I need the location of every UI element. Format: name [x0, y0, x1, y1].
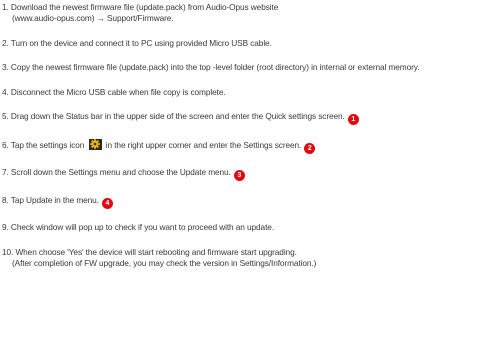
step-1: 1. Download the newest firmware file (up… [2, 2, 486, 24]
step-4-text: 4. Disconnect the Micro USB cable when f… [2, 86, 226, 97]
step-3-text: 3. Copy the newest firmware file (update… [2, 62, 420, 72]
step-badge: 4 [101, 197, 113, 209]
step-8-text: 8. Tap Update in the menu. [2, 194, 99, 205]
step-badge: 1 [347, 114, 359, 125]
step-1-line-1: 1. Download the newest firmware file (up… [2, 2, 279, 12]
step-6: 6. Tap the settings icon in the right up… [2, 138, 486, 154]
step-4: 4. Disconnect the Micro USB cable when f… [2, 87, 486, 98]
step-2: 2. Turn on the device and connect it to … [2, 38, 486, 49]
step-10-line-1: 10. When choose 'Yes' the device will st… [2, 246, 297, 257]
step-3: 3. Copy the newest firmware file (update… [2, 62, 486, 73]
firmware-update-steps: 1. Download the newest firmware file (up… [2, 2, 486, 282]
step-9: 9. Check window will pop up to check if … [2, 222, 486, 233]
step-badge: 2 [304, 142, 316, 154]
step-1-line-2: (www.audio-opus.com) → Support/Firmware. [12, 13, 174, 23]
step-7-text: 7. Scroll down the Settings menu and cho… [2, 167, 231, 177]
settings-gear-icon [88, 138, 102, 150]
step-5-text: 5. Drag down the Status bar in the upper… [2, 111, 345, 121]
step-10: 10. When choose 'Yes' the device will st… [2, 247, 486, 269]
step-9-text: 9. Check window will pop up to check if … [2, 222, 274, 232]
step-2-text: 2. Turn on the device and connect it to … [2, 37, 272, 48]
step-5: 5. Drag down the Status bar in the upper… [2, 111, 486, 125]
step-7: 7. Scroll down the Settings menu and cho… [2, 167, 486, 181]
step-6-text-pre: 6. Tap the settings icon [2, 139, 85, 150]
step-6-text-post: in the right upper corner and enter the … [105, 139, 302, 150]
step-10-line-2: (After completion of FW upgrade, you may… [12, 257, 317, 268]
step-8: 8. Tap Update in the menu. 4 [2, 195, 486, 209]
step-badge: 3 [233, 170, 245, 181]
